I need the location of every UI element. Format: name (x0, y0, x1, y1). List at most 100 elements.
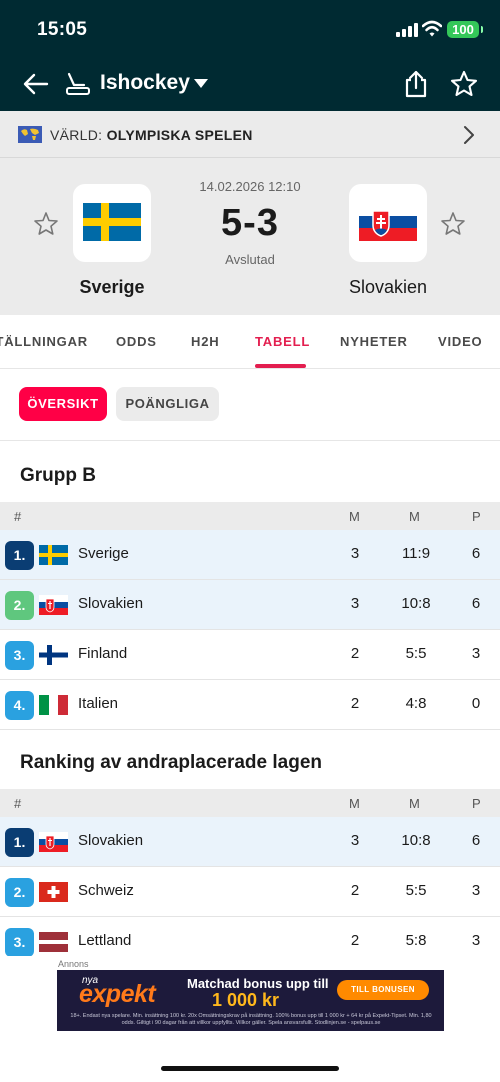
league-country: VÄRLD: (50, 127, 103, 143)
table-row[interactable]: 4. Italien 2 4:8 0 (0, 680, 500, 730)
tab-news[interactable]: NYHETER (340, 334, 408, 349)
italy-flag-icon (39, 695, 68, 715)
team-name: Slovakien (78, 595, 144, 612)
rank-badge: 4. (5, 691, 34, 720)
chevron-down-icon[interactable] (194, 79, 208, 88)
rank-badge: 2. (5, 591, 34, 620)
match-score: 5-3 (221, 202, 279, 244)
latvia-flag-icon (39, 932, 68, 952)
played-value: 2 (350, 932, 360, 949)
slovakia-flag-icon (39, 832, 68, 852)
rank-badge: 3. (5, 928, 34, 957)
points-league-pill[interactable]: POÄNGLIGA (116, 387, 219, 421)
back-arrow-icon[interactable] (22, 70, 50, 98)
ad-brand-logo: expekt (79, 980, 156, 1008)
ad-cta-button[interactable]: TILL BONUSEN (337, 980, 429, 1000)
tab-odds[interactable]: ODDS (116, 334, 157, 349)
slovakia-flag-icon (39, 595, 68, 615)
played-value: 2 (350, 695, 360, 712)
ranking-title: Ranking av andraplacerade lagen (20, 752, 323, 773)
battery-icon: 100 (447, 21, 483, 38)
wifi-icon (422, 20, 442, 37)
away-team-logo[interactable] (349, 184, 427, 262)
points-value: 3 (471, 932, 481, 949)
played-value: 2 (350, 645, 360, 662)
away-team-name[interactable]: Slovakien (318, 277, 458, 298)
header-points: P (472, 509, 481, 524)
team-name: Sverige (78, 545, 129, 562)
played-value: 3 (350, 545, 360, 562)
ad-banner[interactable]: nya expekt Matchad bonus upp till 1 000 … (57, 970, 444, 1031)
goals-value: 11:9 (401, 545, 431, 562)
active-tab-indicator (255, 364, 306, 368)
ad-headline: Matchad bonus upp till (187, 976, 329, 991)
tab-h2h[interactable]: H2H (191, 334, 219, 349)
points-value: 6 (471, 545, 481, 562)
switzerland-flag-icon (39, 882, 68, 902)
table-row[interactable]: 2. Schweiz 2 5:5 3 (0, 867, 500, 917)
ad-amount: 1 000 kr (212, 990, 280, 1010)
header-rank: # (14, 509, 22, 524)
table-row[interactable]: 1. Sverige 3 11:9 6 (0, 530, 500, 580)
header-rank: # (14, 796, 22, 811)
tab-video[interactable]: VIDEO (438, 334, 482, 349)
chevron-right-icon[interactable] (462, 125, 476, 145)
tab-table[interactable]: TABELL (255, 334, 310, 349)
team-name: Italien (78, 695, 119, 712)
sport-title[interactable]: Ishockey (100, 71, 190, 95)
table-row[interactable]: 2. Slovakien 3 10:8 6 (0, 580, 500, 630)
match-header: Sverige 14.02.2026 12:10 5-3 Avslutad Sl… (0, 158, 500, 315)
group-title: Grupp B (20, 465, 96, 486)
goals-value: 10:8 (401, 832, 431, 849)
played-value: 3 (350, 832, 360, 849)
points-value: 3 (471, 645, 481, 662)
tab-standings[interactable]: STÄLLNINGAR (0, 334, 88, 349)
table-row[interactable]: 3. Finland 2 5:5 3 (0, 630, 500, 680)
header-points: P (472, 796, 481, 811)
sweden-flag-icon (83, 203, 141, 241)
league-bar[interactable]: VÄRLD: OLYMPISKA SPELEN (0, 111, 500, 158)
favorite-star-icon[interactable] (449, 69, 479, 99)
home-favorite-star-icon[interactable] (33, 211, 59, 237)
table-filter: ÖVERSIKT POÄNGLIGA (0, 369, 500, 441)
match-datetime: 14.02.2026 12:10 (199, 179, 301, 194)
rank-badge: 1. (5, 828, 34, 857)
overview-pill[interactable]: ÖVERSIKT (19, 387, 107, 421)
played-value: 3 (350, 595, 360, 612)
header-played: M (349, 509, 360, 524)
ad-fine-print: 18+. Endast nya spelare. Min. insättning… (70, 1013, 432, 1026)
goals-value: 5:5 (405, 645, 427, 662)
match-status: Avslutad (225, 252, 275, 267)
goals-value: 5:5 (405, 882, 427, 899)
share-icon[interactable] (402, 69, 430, 99)
status-bar: 15:05 100 (0, 0, 500, 58)
header-goals: M (409, 509, 420, 524)
home-team-name[interactable]: Sverige (42, 277, 182, 298)
group-table-header: # M M P (0, 502, 500, 530)
points-value: 3 (471, 882, 481, 899)
goals-value: 5:8 (405, 932, 427, 949)
played-value: 2 (350, 882, 360, 899)
home-team-logo[interactable] (73, 184, 151, 262)
ice-hockey-icon[interactable] (65, 71, 91, 97)
rank-badge: 2. (5, 878, 34, 907)
team-name: Lettland (78, 932, 132, 949)
finland-flag-icon (39, 645, 68, 665)
sweden-flag-icon (39, 545, 68, 565)
points-value: 6 (471, 832, 481, 849)
table-row[interactable]: 1. Slovakien 3 10:8 6 (0, 817, 500, 867)
world-flag-icon (18, 126, 42, 143)
rank-badge: 1. (5, 541, 34, 570)
away-favorite-star-icon[interactable] (440, 211, 466, 237)
team-name: Finland (78, 645, 128, 662)
home-indicator[interactable] (161, 1066, 339, 1071)
header-played: M (349, 796, 360, 811)
slovakia-flag-icon (359, 203, 417, 241)
goals-value: 4:8 (405, 695, 427, 712)
ranking-table-header: # M M P (0, 789, 500, 817)
header-goals: M (409, 796, 420, 811)
points-value: 0 (471, 695, 481, 712)
signal-icon (396, 23, 418, 37)
rank-badge: 3. (5, 641, 34, 670)
goals-value: 10:8 (401, 595, 431, 612)
